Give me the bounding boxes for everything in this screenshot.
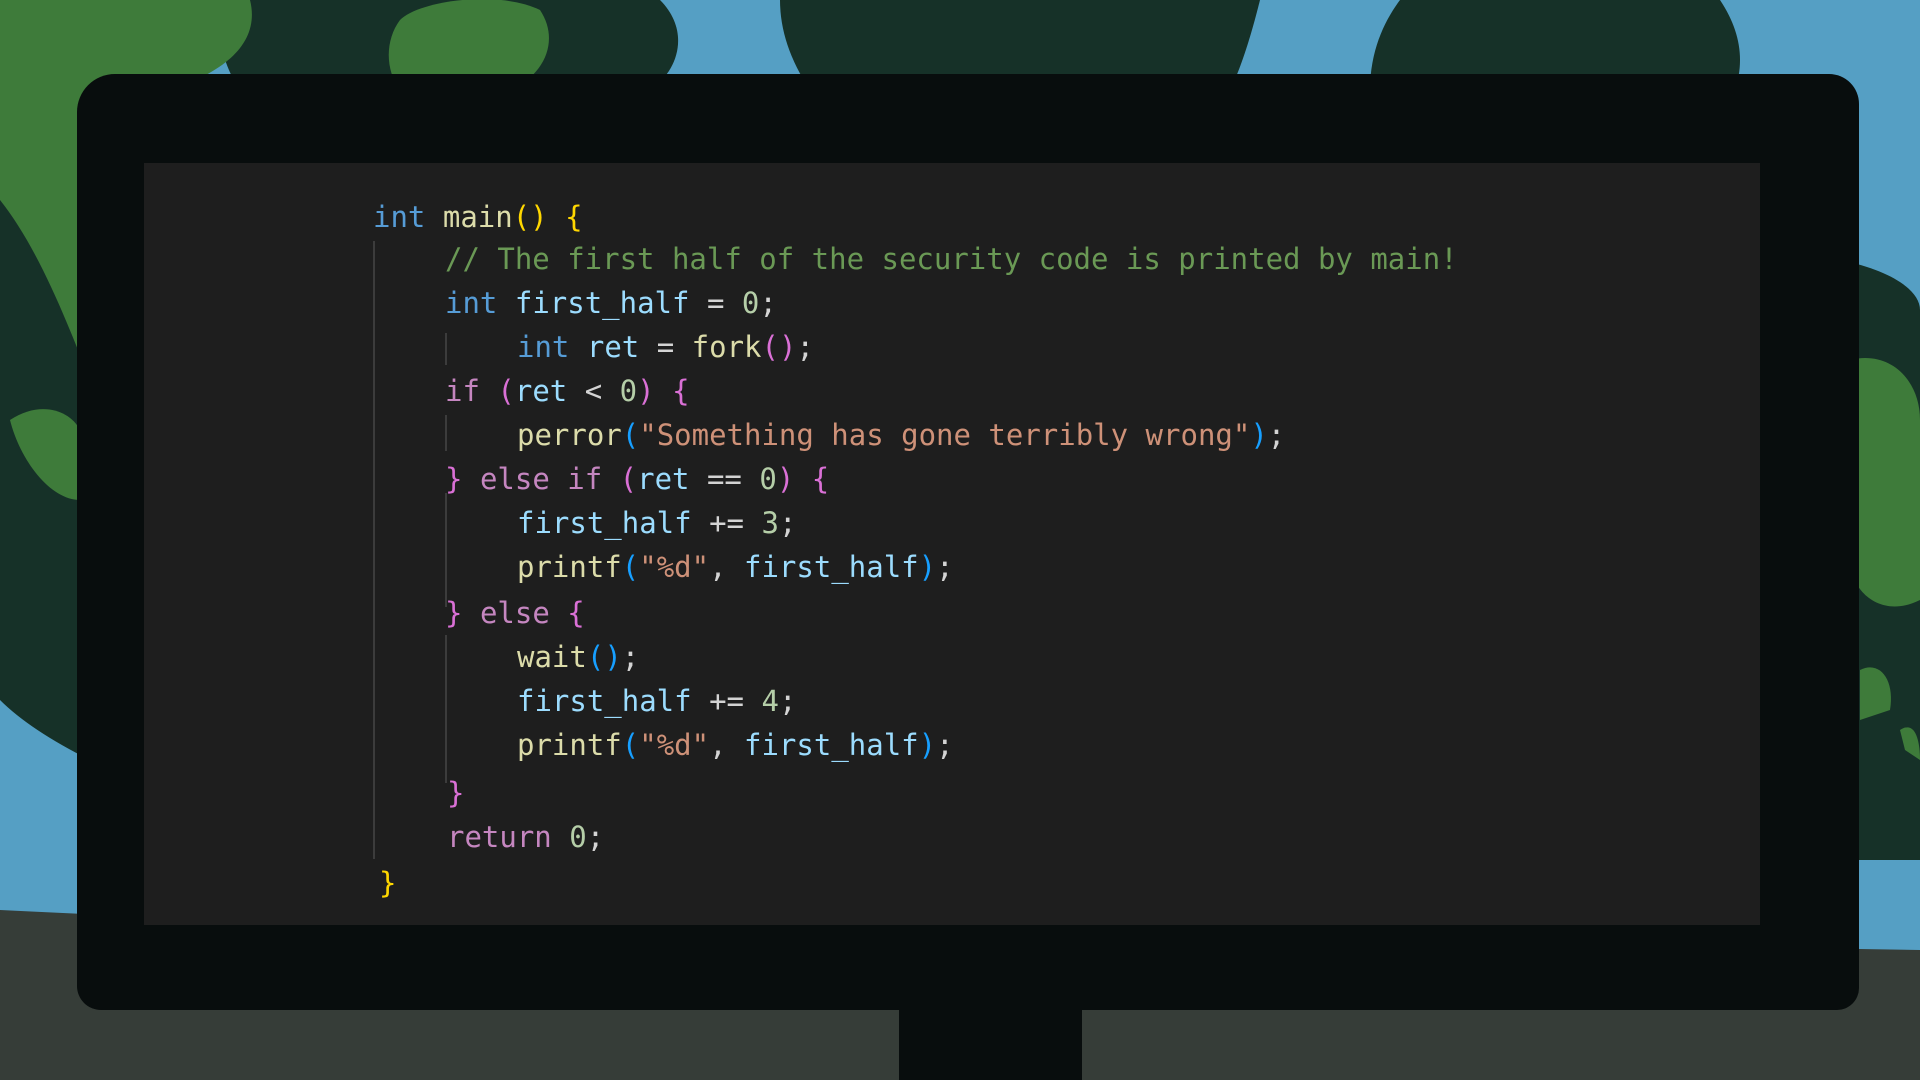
indent-guide (445, 493, 447, 607)
token: ; (1267, 418, 1286, 452)
token: } (445, 462, 463, 496)
token: ( (621, 418, 640, 452)
token: += (709, 506, 744, 540)
token: main (442, 200, 513, 234)
token: else (479, 596, 550, 630)
token: ) (778, 330, 797, 364)
code-line-12: first_half += 4; (517, 681, 796, 721)
token: } (447, 776, 465, 810)
token: = (706, 286, 725, 320)
token: first_half (744, 550, 919, 584)
code-line-3: int first_half = 0; (445, 283, 777, 323)
token: , (709, 728, 727, 762)
token: first_half (517, 506, 692, 540)
code-block: int main() { // The first half of the se… (144, 163, 1760, 925)
token: += (709, 684, 744, 718)
token: fork (691, 330, 762, 364)
token: ; (936, 728, 954, 762)
token: ; (759, 286, 777, 320)
token: first_half (517, 684, 692, 718)
token: ) (530, 200, 548, 234)
code-line-15: return 0; (447, 817, 604, 857)
token: } (445, 596, 463, 630)
token: 0 (569, 820, 587, 854)
token: printf (517, 550, 622, 584)
monitor-stand (899, 1000, 1082, 1080)
token: ( (512, 200, 531, 234)
token: ; (778, 506, 797, 540)
code-line-4: int ret = fork(); (517, 327, 814, 367)
code-line-13: printf("%d", first_half); (517, 725, 954, 765)
token: ( (621, 728, 640, 762)
illustration-scene: int main() { // The first half of the se… (0, 0, 1920, 1080)
token: ( (761, 330, 779, 364)
token: else (479, 462, 550, 496)
token: { (811, 462, 830, 496)
code-editor: int main() { // The first half of the se… (144, 163, 1760, 925)
token: "%d" (639, 728, 710, 762)
code-line-10: } else { (445, 593, 585, 633)
token: ) (918, 728, 937, 762)
token: if (567, 462, 603, 496)
code-line-9: printf("%d", first_half); (517, 547, 954, 587)
token: perror (517, 418, 622, 452)
token: { (565, 200, 583, 234)
token: ; (621, 640, 640, 674)
indent-guide (445, 333, 447, 365)
token: { (567, 596, 585, 630)
token: ) (776, 462, 795, 496)
token: ) (918, 550, 937, 584)
code-line-8: first_half += 3; (517, 503, 796, 543)
code-line-16: } (379, 863, 396, 903)
token: wait (517, 640, 587, 674)
token: int (517, 330, 570, 364)
code-line-14: } (447, 773, 464, 813)
code-line-11: wait(); (517, 637, 639, 677)
token: int (373, 200, 426, 234)
token: 0 (759, 462, 777, 496)
indent-guide (445, 635, 447, 783)
token: 0 (619, 374, 638, 408)
indent-guide (373, 241, 375, 859)
token: ( (497, 374, 515, 408)
code-line-7: } else if (ret == 0) { (445, 459, 829, 499)
token: ; (778, 684, 797, 718)
token: == (706, 462, 742, 496)
token: ) (637, 374, 655, 408)
token: 0 (741, 286, 760, 320)
code-comment: // The first half of the security code i… (445, 242, 1458, 276)
indent-guide (445, 415, 447, 451)
token: , (709, 550, 727, 584)
token: = (656, 330, 675, 364)
token: ) (604, 640, 622, 674)
token: "Something has gone terribly wrong" (639, 418, 1251, 452)
token: ; (936, 550, 954, 584)
token: ret (637, 462, 690, 496)
token: ret (586, 330, 640, 364)
code-line-6: perror("Something has gone terribly wron… (517, 415, 1285, 455)
token: first_half (744, 728, 919, 762)
token: { (672, 374, 690, 408)
token: if (445, 374, 480, 408)
token: printf (517, 728, 622, 762)
code-line-5: if (ret < 0) { (445, 371, 690, 411)
token: ; (586, 820, 605, 854)
token: ( (586, 640, 605, 674)
token: < (584, 374, 603, 408)
token: ) (1250, 418, 1268, 452)
code-line-1: int main() { (373, 197, 583, 237)
token: ( (621, 550, 640, 584)
token: ret (514, 374, 568, 408)
token: first_half (514, 286, 690, 320)
token: 3 (761, 506, 779, 540)
token: ( (619, 462, 638, 496)
token: return (447, 820, 552, 854)
token: 4 (761, 684, 779, 718)
token: "%d" (639, 550, 710, 584)
token: int (445, 286, 498, 320)
token: } (379, 866, 397, 900)
token: ; (796, 330, 814, 364)
